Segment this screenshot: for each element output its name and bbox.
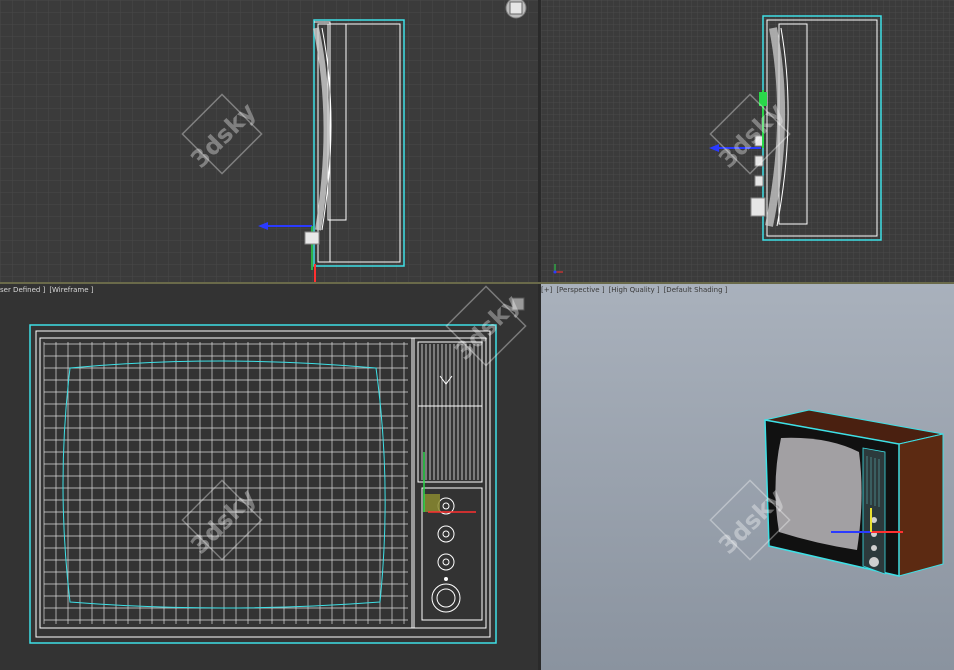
watermark-text: 3dsky (185, 97, 261, 173)
watermark-text: 3dsky (713, 483, 789, 559)
watermark-text: 3dsky (185, 483, 261, 559)
watermark-text: 3dsky (713, 97, 789, 173)
watermark: 3dsky 3dsky 3dsky 3dsky 3dsky (181, 93, 791, 561)
watermark-text: 3dsky (449, 289, 525, 365)
